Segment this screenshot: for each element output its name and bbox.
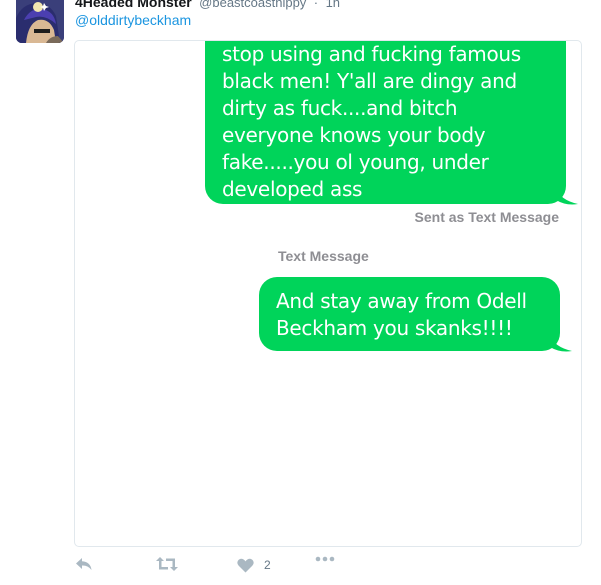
display-name[interactable]: 4Headed Monster xyxy=(75,0,192,10)
text-message-header: Text Message xyxy=(278,248,369,264)
message-text-bottom: And stay away from Odell Beckham you ska… xyxy=(276,289,527,340)
screen-name[interactable]: @beastcoasthippy xyxy=(199,0,306,10)
timestamp[interactable]: 1h xyxy=(326,0,340,10)
sent-as-text-label: Sent as Text Message xyxy=(414,209,559,225)
message-bubble-bottom-body: And stay away from Odell Beckham you ska… xyxy=(259,277,560,351)
message-bubble-top: stop using and fucking famous black men!… xyxy=(205,41,578,205)
bubble-tail xyxy=(556,188,578,205)
separator: · xyxy=(313,0,319,10)
like-button[interactable]: 2 xyxy=(237,556,271,574)
message-bubble-bottom: And stay away from Odell Beckham you ska… xyxy=(259,277,572,352)
reply-button[interactable] xyxy=(75,556,93,572)
heart-icon xyxy=(237,558,254,572)
like-count: 2 xyxy=(264,558,271,572)
bubble-tail xyxy=(550,335,572,352)
retweet-button[interactable] xyxy=(156,556,178,572)
reply-icon xyxy=(76,558,92,570)
message-bubble-top-body: stop using and fucking famous black men!… xyxy=(205,41,566,204)
more-icon xyxy=(315,556,335,562)
tweet: 4Headed Monster @beastcoasthippy · 1h @o… xyxy=(0,0,601,585)
avatar[interactable] xyxy=(16,0,64,43)
retweet-icon xyxy=(156,557,178,571)
attached-image[interactable]: stop using and fucking famous black men!… xyxy=(74,40,582,547)
message-text-top: stop using and fucking famous black men!… xyxy=(222,42,521,201)
mention-link[interactable]: @olddirtybeckham xyxy=(75,11,191,29)
more-button[interactable] xyxy=(315,556,335,562)
